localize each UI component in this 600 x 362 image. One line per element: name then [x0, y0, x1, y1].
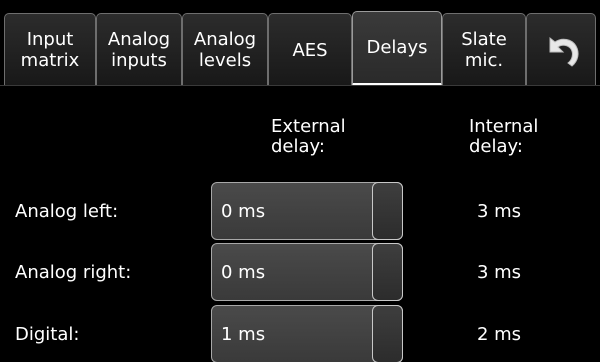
external-delay-digital-value: 1 ms: [221, 324, 266, 345]
external-delay-analog-left-field[interactable]: 0 ms: [211, 182, 403, 240]
internal-delay-analog-right-value: 3 ms: [476, 262, 522, 283]
external-delay-header: External delay:: [271, 116, 346, 157]
row-label-digital: Digital:: [15, 324, 80, 345]
external-delay-analog-right-handle[interactable]: [372, 243, 403, 301]
tab-analog-levels[interactable]: Analog levels: [182, 13, 268, 86]
tab-bar-divider: [0, 85, 600, 86]
internal-delay-analog-left-value: 3 ms: [476, 201, 522, 222]
row-label-analog-right: Analog right:: [15, 262, 132, 283]
tab-input-matrix[interactable]: Input matrix: [4, 13, 96, 86]
tab-slate-mic-label: Slate mic.: [461, 29, 507, 71]
tab-analog-levels-label: Analog levels: [193, 29, 257, 71]
row-label-analog-left: Analog left:: [15, 201, 119, 222]
tab-bar: Input matrix Analog inputs Analog levels…: [0, 0, 600, 86]
tab-slate-mic[interactable]: Slate mic.: [442, 13, 526, 86]
external-delay-digital-field[interactable]: 1 ms: [211, 305, 403, 362]
undo-arrow-icon: [541, 12, 581, 88]
external-delay-analog-left-handle[interactable]: [372, 182, 403, 240]
tab-input-matrix-label: Input matrix: [20, 29, 80, 71]
back-button[interactable]: [526, 13, 596, 86]
internal-delay-header: Internal delay:: [469, 116, 539, 157]
tab-analog-inputs-label: Analog inputs: [107, 29, 171, 71]
tab-delays-label: Delays: [366, 37, 428, 58]
external-delay-analog-right-value: 0 ms: [221, 262, 266, 283]
external-delay-digital-handle[interactable]: [372, 305, 403, 362]
external-delay-analog-left-value: 0 ms: [221, 201, 266, 222]
internal-delay-digital-value: 2 ms: [476, 324, 522, 345]
external-delay-analog-right-field[interactable]: 0 ms: [211, 243, 403, 301]
tab-analog-inputs[interactable]: Analog inputs: [96, 13, 182, 86]
tab-delays[interactable]: Delays: [352, 11, 442, 86]
tab-aes[interactable]: AES: [268, 13, 352, 86]
tab-aes-label: AES: [292, 39, 328, 61]
delays-screen: Input matrix Analog inputs Analog levels…: [0, 0, 600, 362]
